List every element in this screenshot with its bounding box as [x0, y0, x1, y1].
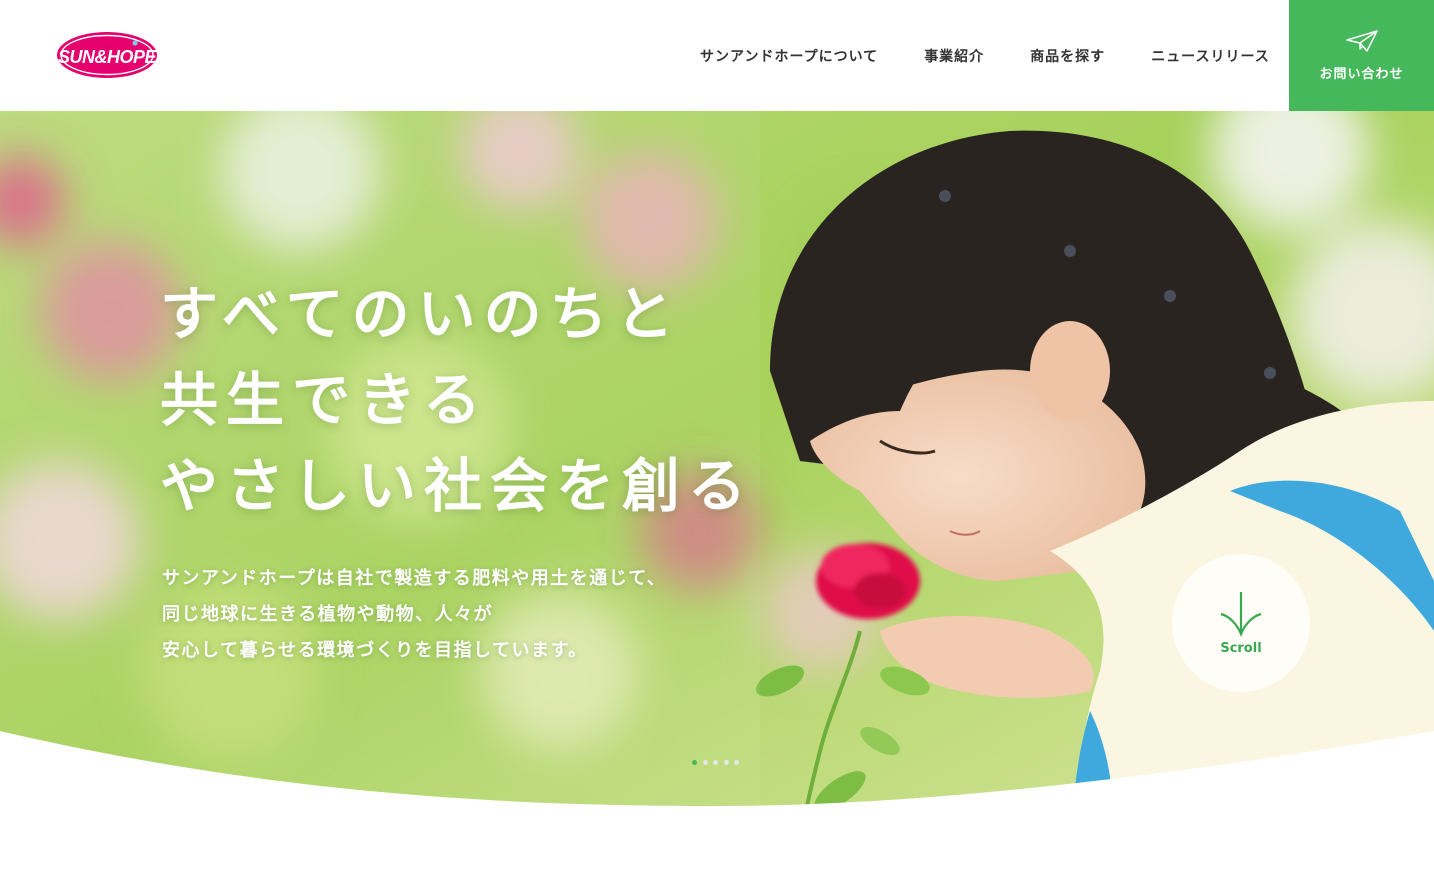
headline-line-1: すべてのいのちと — [160, 280, 682, 348]
lead-line-1: サンアンドホープは自社で製造する肥料や用土を通じて、 — [162, 568, 667, 589]
slider-pagination — [692, 760, 745, 765]
lead-line-3: 安心して暮らせる環境づくりを目指しています。 — [162, 640, 588, 661]
hero-slider: すべてのいのちと 共生できる やさしい社会を創る サンアンドホープは自社で製造す… — [0, 111, 1434, 885]
hero-bottom-curve — [0, 731, 1434, 885]
site-header: SUN&HOPE サンアンドホープについて 事業紹介 商品を探す ニュースリリー… — [0, 0, 1434, 111]
scroll-button[interactable]: Scroll — [1172, 554, 1310, 692]
global-nav: サンアンドホープについて 事業紹介 商品を探す ニュースリリース — [700, 47, 1270, 67]
slider-dot-3[interactable] — [713, 760, 718, 765]
hero-headline: すべてのいのちと 共生できる やさしい社会を創る — [160, 271, 754, 529]
down-arrow-sprout-icon — [1220, 592, 1262, 637]
headline-line-2: 共生できる — [160, 366, 489, 434]
sun-and-hope-logo[interactable]: SUN&HOPE — [56, 30, 158, 80]
contact-button[interactable]: お問い合わせ — [1289, 0, 1434, 111]
slider-dot-2[interactable] — [702, 760, 708, 765]
nav-item-about[interactable]: サンアンドホープについて — [700, 47, 878, 67]
hero-lead: サンアンドホープは自社で製造する肥料や用土を通じて、 同じ地球に生きる植物や動物… — [162, 561, 666, 669]
contact-label: お問い合わせ — [1319, 67, 1404, 82]
nav-item-news[interactable]: ニュースリリース — [1151, 47, 1270, 67]
headline-line-3: やさしい社会を創る — [160, 452, 755, 520]
slider-dot-1[interactable] — [692, 760, 697, 765]
nav-item-products[interactable]: 商品を探す — [1030, 47, 1105, 67]
slider-dot-5[interactable] — [734, 760, 739, 765]
paper-plane-icon — [1345, 30, 1378, 52]
svg-text:SUN&HOPE: SUN&HOPE — [58, 47, 158, 67]
slider-dot-4[interactable] — [723, 760, 729, 765]
scroll-label: Scroll — [1220, 641, 1262, 656]
lead-line-2: 同じ地球に生きる植物や動物、人々が — [162, 604, 494, 625]
nav-item-business[interactable]: 事業紹介 — [924, 47, 984, 67]
logo-mark-icon: SUN&HOPE — [57, 32, 158, 78]
